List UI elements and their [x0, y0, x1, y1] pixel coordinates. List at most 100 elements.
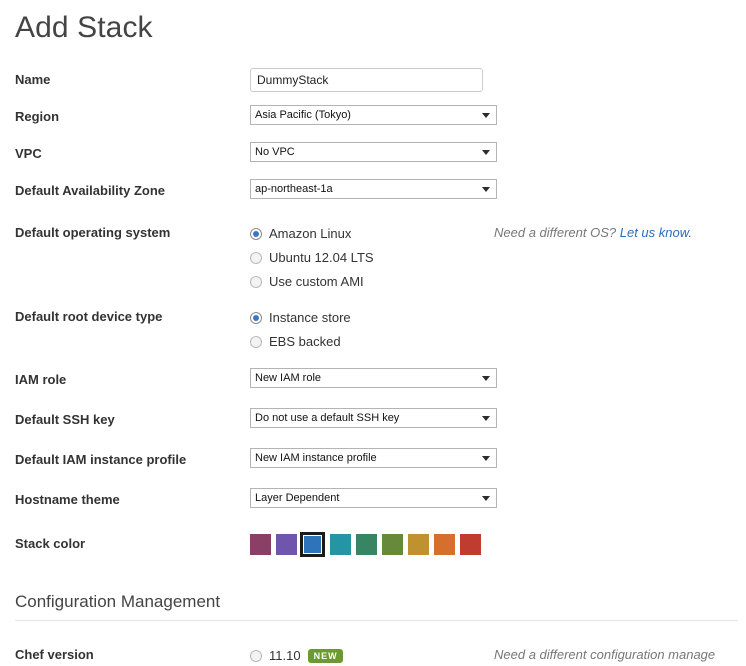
chevron-down-icon [482, 496, 490, 501]
chevron-down-icon [482, 376, 490, 381]
hostname-theme-control: Layer Dependent [250, 488, 497, 508]
radio-label: 11.10 [269, 648, 301, 663]
form-row-stack-color: Stack color [0, 532, 746, 558]
configuration-management-section: Configuration Management Chef version 11… [0, 592, 746, 666]
radio-label: Ubuntu 12.04 LTS [269, 250, 374, 265]
ssh-key-control: Do not use a default SSH key [250, 408, 497, 428]
radio-label: Amazon Linux [269, 226, 352, 241]
color-swatch-2-selected[interactable] [300, 532, 325, 557]
radio-label: Instance store [269, 310, 351, 325]
form-row-chef-version: Chef version 11.10 NEW 11.4 Need a diffe… [0, 643, 746, 666]
availability-zone-label: Default Availability Zone [15, 183, 166, 198]
radio-icon[interactable] [250, 312, 262, 324]
iam-instance-profile-label: Default IAM instance profile [15, 452, 187, 467]
iam-role-note [485, 368, 746, 372]
stack-color-control [250, 532, 485, 557]
vpc-note [485, 142, 746, 146]
configuration-management-heading: Configuration Management [15, 592, 221, 611]
form-row-vpc: VPC No VPC [0, 142, 746, 168]
chevron-down-icon [482, 416, 490, 421]
chevron-down-icon [482, 456, 490, 461]
iam-role-label: IAM role [15, 372, 67, 387]
radio-icon[interactable] [250, 228, 262, 240]
radio-option-amazon-linux[interactable]: Amazon Linux [250, 222, 485, 246]
region-label: Region [15, 109, 60, 124]
form-row-iam-role: IAM role New IAM role [0, 368, 746, 394]
form-row-availability-zone: Default Availability Zone ap-northeast-1… [0, 179, 746, 205]
hostname-theme-select-value: Layer Dependent [255, 492, 340, 504]
iam-instance-profile-control: New IAM instance profile [250, 448, 497, 468]
ssh-key-select-value: Do not use a default SSH key [255, 412, 400, 424]
radio-option-ubuntu[interactable]: Ubuntu 12.04 LTS [250, 246, 485, 270]
color-swatch-6[interactable] [408, 534, 429, 555]
iam-instance-profile-note [485, 448, 746, 452]
iam-role-control: New IAM role [250, 368, 497, 388]
iam-role-select[interactable]: New IAM role [250, 368, 497, 388]
radio-label: EBS backed [269, 334, 341, 349]
iam-instance-profile-select-value: New IAM instance profile [255, 452, 377, 464]
operating-system-note-text: Need a different OS? [494, 225, 620, 240]
root-device-type-label: Default root device type [15, 309, 163, 324]
region-select[interactable]: Asia Pacific (Tokyo) [250, 105, 497, 125]
form-row-operating-system: Default operating system Amazon Linux Ub… [0, 221, 746, 294]
hostname-theme-label: Hostname theme [15, 492, 120, 507]
form-row-region: Region Asia Pacific (Tokyo) [0, 105, 746, 131]
radio-option-ebs-backed[interactable]: EBS backed [250, 330, 485, 354]
radio-icon[interactable] [250, 276, 262, 288]
radio-option-instance-store[interactable]: Instance store [250, 306, 485, 330]
operating-system-label: Default operating system [15, 225, 171, 240]
color-swatch-7[interactable] [434, 534, 455, 555]
radio-icon[interactable] [250, 336, 262, 348]
page-title: Add Stack [15, 11, 153, 44]
hostname-theme-select[interactable]: Layer Dependent [250, 488, 497, 508]
availability-zone-select[interactable]: ap-northeast-1a [250, 179, 497, 199]
form-row-iam-instance-profile: Default IAM instance profile New IAM ins… [0, 448, 746, 474]
radio-icon[interactable] [250, 650, 262, 662]
radio-option-custom-ami[interactable]: Use custom AMI [250, 270, 485, 294]
section-divider [15, 620, 738, 621]
hostname-theme-note [485, 488, 746, 492]
root-device-type-radio-group: Instance store EBS backed [250, 305, 485, 354]
chevron-down-icon [482, 187, 490, 192]
vpc-select[interactable]: No VPC [250, 142, 497, 162]
ssh-key-label: Default SSH key [15, 412, 115, 427]
form-row-ssh-key: Default SSH key Do not use a default SSH… [0, 408, 746, 434]
chef-version-label: Chef version [15, 647, 94, 662]
region-note [485, 105, 746, 109]
form-row-root-device-type: Default root device type Instance store … [0, 305, 746, 354]
operating-system-radio-group: Amazon Linux Ubuntu 12.04 LTS Use custom… [250, 221, 485, 294]
availability-zone-select-value: ap-northeast-1a [255, 183, 333, 195]
color-swatch-0[interactable] [250, 534, 271, 555]
ssh-key-select[interactable]: Do not use a default SSH key [250, 408, 497, 428]
vpc-select-value: No VPC [255, 146, 295, 158]
iam-instance-profile-select[interactable]: New IAM instance profile [250, 448, 497, 468]
radio-option-chef-11-10[interactable]: 11.10 NEW [250, 644, 485, 666]
color-swatch-4[interactable] [356, 534, 377, 555]
chef-version-note: Need a different configuration manage [494, 647, 716, 662]
region-select-value: Asia Pacific (Tokyo) [255, 109, 351, 121]
vpc-control: No VPC [250, 142, 497, 162]
color-swatch-1[interactable] [276, 534, 297, 555]
color-swatch-5[interactable] [382, 534, 403, 555]
let-us-know-link[interactable]: Let us know. [620, 225, 692, 240]
form-row-hostname-theme: Hostname theme Layer Dependent [0, 488, 746, 514]
availability-zone-note [485, 179, 746, 183]
chef-version-radio-group: 11.10 NEW 11.4 [250, 643, 485, 666]
region-control: Asia Pacific (Tokyo) [250, 105, 497, 125]
new-badge: NEW [307, 649, 343, 663]
stack-color-note [485, 532, 746, 536]
stack-color-label: Stack color [15, 536, 86, 551]
form-row-name: Name [0, 68, 746, 94]
radio-label: Use custom AMI [269, 274, 364, 289]
chevron-down-icon [482, 150, 490, 155]
radio-icon[interactable] [250, 252, 262, 264]
name-note [485, 68, 746, 72]
color-swatch-3[interactable] [330, 534, 351, 555]
name-input[interactable] [250, 68, 483, 92]
stack-form: Name Region Asia Pacific (Tokyo) VPC No … [0, 68, 746, 558]
add-stack-page: Add Stack Name Region Asia Pacific (Toky… [0, 0, 746, 666]
iam-role-select-value: New IAM role [255, 372, 322, 384]
color-swatch-8[interactable] [460, 534, 481, 555]
availability-zone-control: ap-northeast-1a [250, 179, 497, 199]
root-device-type-note [485, 305, 746, 309]
